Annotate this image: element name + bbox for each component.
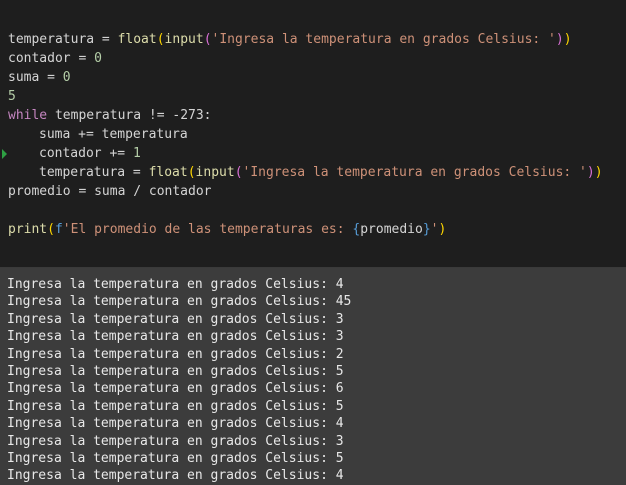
terminal-lines: Ingresa la temperatura en grados Celsius… xyxy=(7,276,351,485)
code-line-4[interactable]: 5 xyxy=(8,87,624,106)
token-var: contador xyxy=(39,146,102,161)
code-line-9[interactable]: promedio = suma / contador xyxy=(8,182,624,201)
terminal-line: Ingresa la temperatura en grados Celsius… xyxy=(7,433,344,449)
token-paren: ( xyxy=(234,165,243,180)
token-number: 1 xyxy=(132,146,141,161)
code-line-8[interactable]: temperatura = float(input('Ingresa la te… xyxy=(8,163,624,182)
token-op: = xyxy=(39,70,63,85)
token-function: input xyxy=(164,32,204,47)
token-brace: } xyxy=(422,222,431,237)
code-line-3[interactable]: suma = 0 xyxy=(8,68,624,87)
token-string: 'Ingresa la temperatura en grados Celsiu… xyxy=(211,32,556,47)
token-paren: ( xyxy=(203,32,212,47)
token-op: = xyxy=(94,32,118,47)
screen: temperatura = float(input('Ingresa la te… xyxy=(0,0,626,485)
token-function: float xyxy=(117,32,157,47)
code-lines: temperatura = float(input('Ingresa la te… xyxy=(8,30,624,239)
token-paren: ( xyxy=(47,222,55,237)
token-function: float xyxy=(148,165,188,180)
token-op: = xyxy=(70,51,95,66)
code-line-10[interactable] xyxy=(8,201,624,220)
token-var: temperatura xyxy=(39,165,126,180)
code-line-1[interactable]: temperatura = float(input('Ingresa la te… xyxy=(8,30,624,49)
token-paren: ) xyxy=(563,32,572,47)
token-paren: ( xyxy=(156,32,165,47)
terminal-line: Ingresa la temperatura en grados Celsius… xyxy=(7,363,344,379)
code-line-6[interactable]: suma += temperatura xyxy=(8,125,624,144)
token-fstring-prefix: f xyxy=(54,222,63,237)
terminal-line: Ingresa la temperatura en grados Celsius… xyxy=(7,294,352,310)
terminal-line: Ingresa la temperatura en grados Celsius… xyxy=(7,381,344,397)
terminal-line: Ingresa la temperatura en grados Celsius… xyxy=(7,329,344,345)
token-text: temperatura != -273: xyxy=(47,108,212,123)
code-editor[interactable]: temperatura = float(input('Ingresa la te… xyxy=(0,0,626,268)
token-var: promedio xyxy=(360,222,423,237)
token-text: promedio = suma / contador xyxy=(8,184,212,199)
terminal-line: Ingresa la temperatura en grados Celsius… xyxy=(7,311,344,327)
token-paren: ) xyxy=(438,222,447,237)
token-function: input xyxy=(195,165,235,180)
terminal-line: Ingresa la temperatura en grados Celsius… xyxy=(7,346,344,362)
token-op: = xyxy=(125,165,149,180)
token-number: 5 xyxy=(8,89,16,104)
token-op: += xyxy=(101,146,133,161)
token-var: temperatura xyxy=(8,32,95,47)
code-line-11[interactable]: print(f'El promedio de las temperaturas … xyxy=(8,220,624,239)
terminal-line: Ingresa la temperatura en grados Celsius… xyxy=(7,277,344,292)
code-line-7[interactable]: contador += 1 xyxy=(8,144,624,163)
terminal-output[interactable]: Ingresa la temperatura en grados Celsius… xyxy=(0,268,626,485)
token-number: 0 xyxy=(94,51,102,66)
terminal-line: Ingresa la temperatura en grados Celsius… xyxy=(7,468,344,484)
terminal-line: Ingresa la temperatura en grados Celsius… xyxy=(7,450,344,466)
token-paren: ( xyxy=(187,165,196,180)
token-paren: ) xyxy=(594,165,603,180)
code-line-2[interactable]: contador = 0 xyxy=(8,49,624,68)
token-number: 0 xyxy=(62,70,71,85)
terminal-line: Ingresa la temperatura en grados Celsius… xyxy=(7,416,344,432)
token-string: 'El promedio de las temperaturas es: xyxy=(62,222,353,237)
token-paren: ) xyxy=(586,165,595,180)
token-paren: ) xyxy=(555,32,564,47)
terminal-line: Ingresa la temperatura en grados Celsius… xyxy=(7,398,344,414)
token-text: suma += temperatura xyxy=(39,127,188,142)
token-var: contador xyxy=(8,51,71,66)
token-string: 'Ingresa la temperatura en grados Celsiu… xyxy=(242,165,587,180)
token-var: suma xyxy=(8,70,40,85)
code-line-5[interactable]: while temperatura != -273: xyxy=(8,106,624,125)
breakpoint-arrow-icon xyxy=(2,149,7,159)
token-function: print xyxy=(8,222,48,237)
token-keyword: while xyxy=(8,108,48,123)
token-string: ' xyxy=(430,222,439,237)
